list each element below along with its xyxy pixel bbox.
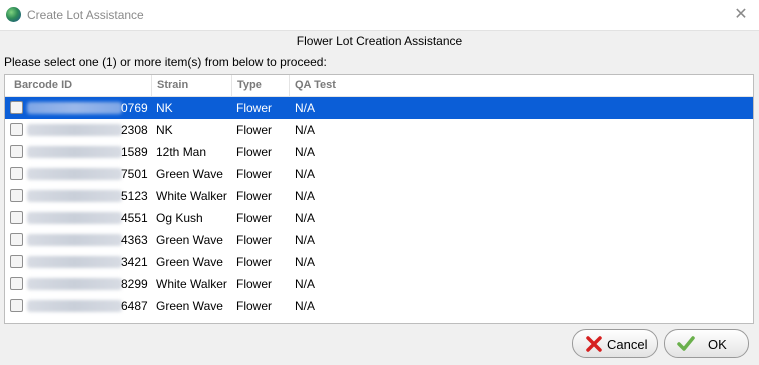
globe-icon [6, 7, 21, 22]
strain-cell: White Walker [156, 277, 227, 291]
strain-cell: Green Wave [156, 233, 223, 247]
qa-test-cell: N/A [295, 189, 316, 203]
type-cell: Flower [236, 123, 273, 137]
table-row[interactable]: 4551 Og Kush Flower N/A [5, 207, 753, 229]
redacted-barcode-prefix [27, 300, 122, 312]
strain-cell: NK [156, 101, 173, 115]
redacted-barcode-prefix [27, 278, 122, 290]
type-cell: Flower [236, 277, 273, 291]
window-title: Create Lot Assistance [27, 8, 144, 22]
strain-cell: Green Wave [156, 299, 223, 313]
qa-test-cell: N/A [295, 145, 316, 159]
redacted-barcode-prefix [27, 146, 122, 158]
type-cell: Flower [236, 211, 273, 225]
table-row[interactable]: 4363 Green Wave Flower N/A [5, 229, 753, 251]
redacted-barcode-prefix [27, 168, 122, 180]
column-header-strain[interactable]: Strain [152, 75, 232, 96]
redacted-barcode-prefix [27, 212, 122, 224]
cancel-button-label: Cancel [607, 337, 648, 352]
row-checkbox[interactable] [10, 277, 23, 290]
qa-test-cell: N/A [295, 277, 316, 291]
type-cell: Flower [236, 101, 273, 115]
strain-cell: White Walker [156, 189, 227, 203]
column-header-barcode-id[interactable]: Barcode ID [5, 75, 152, 96]
table-row[interactable]: 8299 White Walker Flower N/A [5, 273, 753, 295]
type-cell: Flower [236, 167, 273, 181]
instruction-text: Please select one (1) or more item(s) fr… [4, 55, 327, 69]
table-header: Barcode ID Strain Type QA Test [5, 75, 753, 97]
table-row[interactable]: 6487 Green Wave Flower N/A [5, 295, 753, 317]
table-row[interactable]: 5123 White Walker Flower N/A [5, 185, 753, 207]
redacted-barcode-prefix [27, 102, 122, 114]
strain-cell: 12th Man [156, 145, 207, 159]
table-row[interactable]: 0769 NK Flower N/A [5, 97, 753, 119]
strain-cell: Green Wave [156, 255, 223, 269]
qa-test-cell: N/A [295, 211, 316, 225]
row-checkbox[interactable] [10, 167, 23, 180]
barcode-id-cell: 3421 [121, 255, 148, 269]
red-x-icon [586, 336, 602, 352]
type-cell: Flower [236, 189, 273, 203]
qa-test-cell: N/A [295, 101, 316, 115]
barcode-id-cell: 0769 [121, 101, 148, 115]
title-bar: Create Lot Assistance ✕ [0, 0, 759, 31]
qa-test-cell: N/A [295, 233, 316, 247]
qa-test-cell: N/A [295, 299, 316, 313]
barcode-id-cell: 2308 [121, 123, 148, 137]
column-header-type[interactable]: Type [232, 75, 290, 96]
close-icon[interactable]: ✕ [731, 5, 751, 25]
row-checkbox[interactable] [10, 101, 23, 114]
row-checkbox[interactable] [10, 233, 23, 246]
ok-button-label: OK [708, 337, 727, 352]
strain-cell: Green Wave [156, 167, 223, 181]
redacted-barcode-prefix [27, 190, 122, 202]
strain-cell: Og Kush [156, 211, 203, 225]
barcode-id-cell: 8299 [121, 277, 148, 291]
type-cell: Flower [236, 299, 273, 313]
redacted-barcode-prefix [27, 234, 122, 246]
green-check-icon [677, 336, 695, 351]
barcode-id-cell: 5123 [121, 189, 148, 203]
table-row[interactable]: 2308 NK Flower N/A [5, 119, 753, 141]
redacted-barcode-prefix [27, 124, 122, 136]
type-cell: Flower [236, 233, 273, 247]
row-checkbox[interactable] [10, 211, 23, 224]
qa-test-cell: N/A [295, 167, 316, 181]
row-checkbox[interactable] [10, 145, 23, 158]
strain-cell: NK [156, 123, 173, 137]
row-checkbox[interactable] [10, 123, 23, 136]
barcode-id-cell: 1589 [121, 145, 148, 159]
row-checkbox[interactable] [10, 299, 23, 312]
qa-test-cell: N/A [295, 255, 316, 269]
row-checkbox[interactable] [10, 255, 23, 268]
cancel-button[interactable]: Cancel [572, 329, 658, 358]
barcode-id-cell: 4551 [121, 211, 148, 225]
barcode-id-cell: 4363 [121, 233, 148, 247]
ok-button[interactable]: OK [664, 329, 749, 358]
table-row[interactable]: 3421 Green Wave Flower N/A [5, 251, 753, 273]
column-header-qa-test[interactable]: QA Test [290, 75, 370, 96]
qa-test-cell: N/A [295, 123, 316, 137]
row-checkbox[interactable] [10, 189, 23, 202]
barcode-id-cell: 7501 [121, 167, 148, 181]
type-cell: Flower [236, 255, 273, 269]
type-cell: Flower [236, 145, 273, 159]
redacted-barcode-prefix [27, 256, 122, 268]
table-row[interactable]: 1589 12th Man Flower N/A [5, 141, 753, 163]
dialog-heading: Flower Lot Creation Assistance [296, 34, 463, 48]
items-table: Barcode ID Strain Type QA Test 0769 NK Flo… [4, 74, 754, 324]
barcode-id-cell: 6487 [121, 299, 148, 313]
table-row[interactable]: 7501 Green Wave Flower N/A [5, 163, 753, 185]
